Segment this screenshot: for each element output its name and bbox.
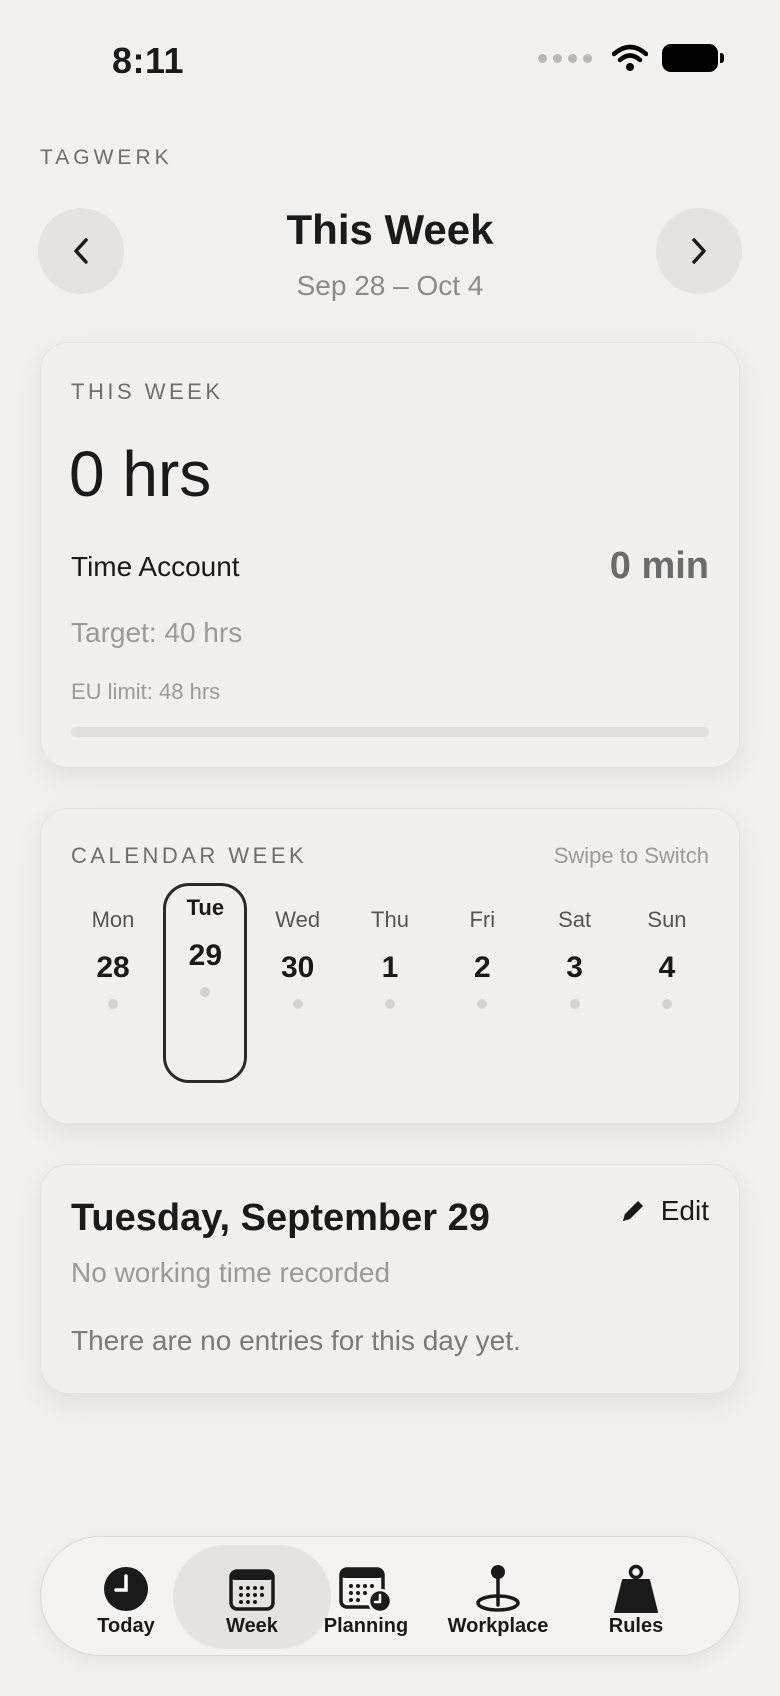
day-fri[interactable]: Fri 2: [440, 895, 524, 1085]
day-name: Tue: [186, 895, 225, 920]
tab-label: Rules: [608, 1615, 664, 1637]
target-hours: Target: 40 hrs: [71, 617, 243, 648]
day-strip: Mon 28 Tue 29 Wed 30 Thu 1 Fri 2 Sat 3 S…: [71, 883, 709, 1085]
wifi-icon: [612, 44, 648, 71]
day-detail-card: Tuesday, September 29 Edit No working ti…: [40, 1164, 740, 1394]
day-sat[interactable]: Sat 3: [533, 895, 617, 1085]
app-brand: TAGWERK: [40, 146, 173, 169]
total-hours: 0 hrs: [69, 438, 212, 510]
chevron-right-icon: [692, 238, 706, 264]
battery-icon: [662, 44, 724, 72]
day-date: 2: [473, 951, 491, 984]
day-name: Thu: [371, 907, 409, 932]
day-name: Sat: [558, 907, 592, 932]
summary-label: THIS WEEK: [71, 379, 224, 404]
tab-workplace[interactable]: Workplace: [433, 1545, 563, 1649]
time-account-value: 0 min: [609, 545, 709, 587]
day-indicator-dot: [108, 999, 118, 1009]
edit-label: Edit: [660, 1195, 709, 1226]
status-icons: [538, 44, 724, 72]
weight-icon: [614, 1564, 658, 1613]
calendar-clock-icon: [339, 1567, 393, 1613]
day-sun[interactable]: Sun 4: [625, 895, 709, 1085]
time-account-label: Time Account: [71, 551, 240, 582]
day-indicator-dot: [661, 999, 672, 1009]
day-name: Wed: [275, 907, 321, 932]
calendar-grid-icon: [229, 1569, 275, 1611]
swipe-hint: Swipe to Switch: [553, 843, 709, 868]
calendar-week-card[interactable]: CALENDAR WEEK Swipe to Switch Mon 28 Tue…: [40, 808, 740, 1124]
day-date: 30: [280, 951, 315, 984]
day-detail-subtitle: No working time recorded: [71, 1257, 391, 1288]
tab-planning[interactable]: Planning: [311, 1545, 421, 1649]
empty-state-text: There are no entries for this day yet.: [71, 1325, 521, 1356]
pencil-icon: [622, 1201, 643, 1221]
clock-icon: [104, 1567, 148, 1611]
day-date: 1: [381, 951, 399, 984]
tab-label: Week: [226, 1615, 278, 1637]
day-date: 4: [658, 951, 676, 984]
signal-dots-icon: [538, 53, 592, 63]
day-name: Fri: [469, 907, 496, 932]
day-date: 29: [188, 939, 223, 972]
day-tue-selected[interactable]: Tue 29: [163, 883, 248, 1083]
day-date: 28: [96, 951, 130, 984]
week-summary-card: THIS WEEK 0 hrs Time Account 0 min Targe…: [40, 342, 740, 768]
location-pin-icon: [476, 1565, 520, 1612]
tab-today[interactable]: Today: [71, 1545, 181, 1649]
status-time: 8:11: [112, 40, 185, 81]
tab-label: Planning: [323, 1615, 409, 1637]
tab-week[interactable]: Week: [173, 1545, 331, 1649]
day-indicator-dot: [200, 987, 211, 997]
day-thu[interactable]: Thu 1: [348, 895, 432, 1085]
edit-button[interactable]: Edit: [619, 1195, 709, 1227]
progress-bar: [71, 727, 709, 737]
day-wed[interactable]: Wed 30: [256, 895, 340, 1085]
day-mon[interactable]: Mon 28: [71, 895, 155, 1085]
eu-limit: EU limit: 48 hrs: [71, 679, 221, 704]
tab-label: Workplace: [447, 1615, 549, 1637]
day-name: Sun: [647, 907, 687, 932]
calendar-week-label: CALENDAR WEEK: [71, 843, 308, 868]
day-name: Mon: [91, 907, 135, 932]
day-indicator-dot: [477, 999, 488, 1009]
day-indicator-dot: [384, 999, 395, 1009]
day-indicator-dot: [569, 999, 580, 1009]
tab-bar: Week Today Planning Workplace Rules: [40, 1536, 740, 1656]
day-date: 3: [566, 951, 583, 984]
tab-label: Today: [97, 1615, 155, 1637]
day-detail-title: Tuesday, September 29: [71, 1197, 490, 1239]
tab-rules[interactable]: Rules: [581, 1545, 691, 1649]
next-week-button[interactable]: [656, 208, 742, 294]
day-indicator-dot: [292, 999, 303, 1009]
status-bar: 8:11: [0, 0, 780, 120]
